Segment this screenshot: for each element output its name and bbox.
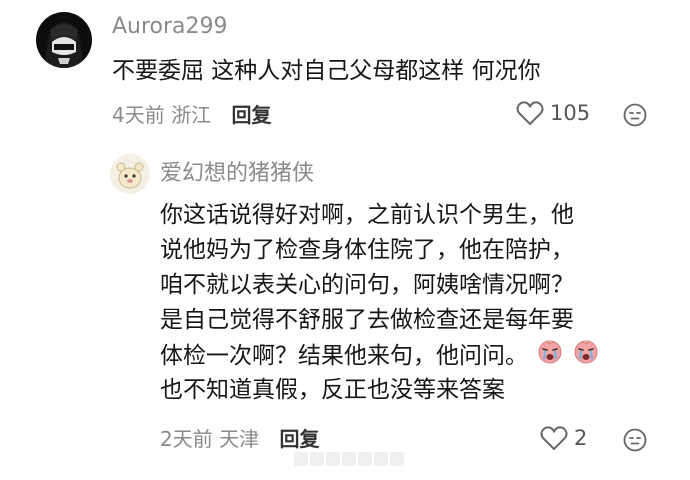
neutral-face-icon [623,428,647,452]
heart-icon [540,426,568,451]
comment-location: 天津 [219,427,260,451]
heart-icon [516,101,544,126]
crying-emoji-icon [537,338,563,375]
comment-text-line: 说他妈为了检查身体住院了，他在陪护， [160,237,574,263]
comment-time: 2天前 [160,427,213,451]
like-button[interactable]: 105 [516,100,590,126]
neutral-face-icon [623,103,647,127]
crying-emoji-icon [573,338,599,375]
comment-text-line: 也不知道真假，反正也没等来答案 [160,377,505,403]
comment-meta: 2天前 天津 回复 [160,426,319,452]
reply-button[interactable]: 回复 [231,103,271,127]
emoji-reaction-button[interactable] [623,103,647,131]
comment-text-line-with-emoji: 体检一次啊？结果他来句，他问问。 [160,338,599,375]
comment-time: 4天前 [112,103,165,127]
like-button[interactable]: 2 [540,425,587,451]
comment-location: 浙江 [171,103,212,127]
comment-meta: 4天前 浙江 回复 [112,102,271,128]
watermark-blur [294,452,404,470]
comment-text: 不要委屈 这种人对自己父母都这样 何况你 [112,58,541,84]
comment-text-line: 你这话说得好对啊，之前认识个男生，他 [160,202,574,228]
comment-text-line: 体检一次啊？结果他来句，他问问。 [160,343,528,369]
like-count: 2 [574,426,588,450]
like-count: 105 [550,101,591,125]
comment-text-line: 咱不就以表关心的问句，阿姨啥情况啊？ [160,272,574,298]
emoji-reaction-button[interactable] [623,428,647,456]
comment-text-line: 是自己觉得不舒服了去做检查还是每年要 [160,307,574,333]
comment-username[interactable]: 爱幻想的猪猪侠 [160,160,314,188]
cartoon-bear-avatar-icon[interactable] [110,154,150,194]
comment-username[interactable]: Aurora299 [112,13,228,41]
reply-button[interactable]: 回复 [279,427,319,451]
anime-girl-avatar-icon[interactable] [36,12,92,68]
